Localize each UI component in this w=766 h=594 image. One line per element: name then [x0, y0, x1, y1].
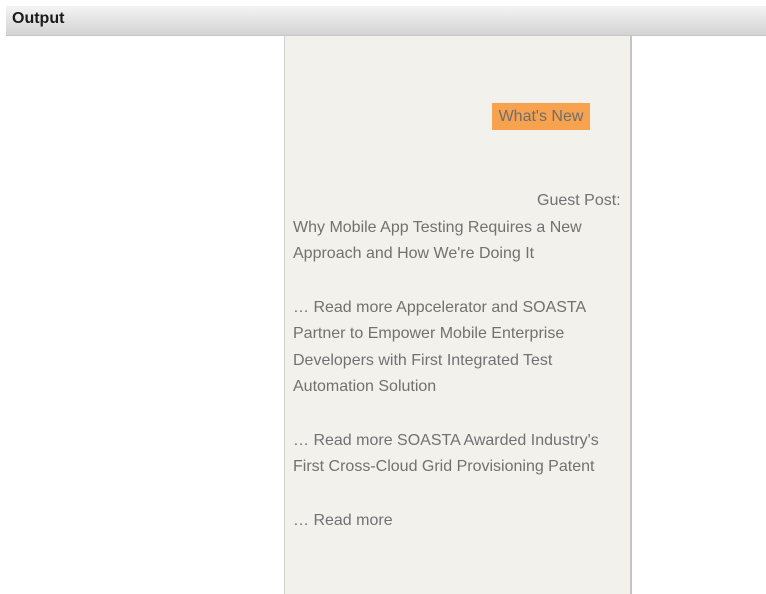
news-item-lead: Guest	[537, 192, 580, 209]
news-list: Guest Post: Why Mobile App Testing Requi…	[293, 188, 621, 561]
read-more-link[interactable]: … Read more	[293, 432, 393, 449]
read-more-link[interactable]: … Read more	[293, 512, 393, 529]
output-panel-header: Output	[6, 6, 766, 36]
whats-new-heading[interactable]: What's New	[492, 103, 590, 130]
news-item: … Read more	[293, 508, 621, 535]
news-item: … Read more SOASTA Awarded Industry's Fi…	[293, 428, 621, 481]
news-item: Guest Post: Why Mobile App Testing Requi…	[293, 188, 621, 268]
output-panel-title: Output	[12, 10, 65, 27]
read-more-link[interactable]: … Read more	[293, 299, 393, 316]
output-frame[interactable]: What's New Guest Post: Why Mobile App Te…	[284, 36, 632, 594]
news-item: … Read more Appcelerator and SOASTA Part…	[293, 295, 621, 401]
